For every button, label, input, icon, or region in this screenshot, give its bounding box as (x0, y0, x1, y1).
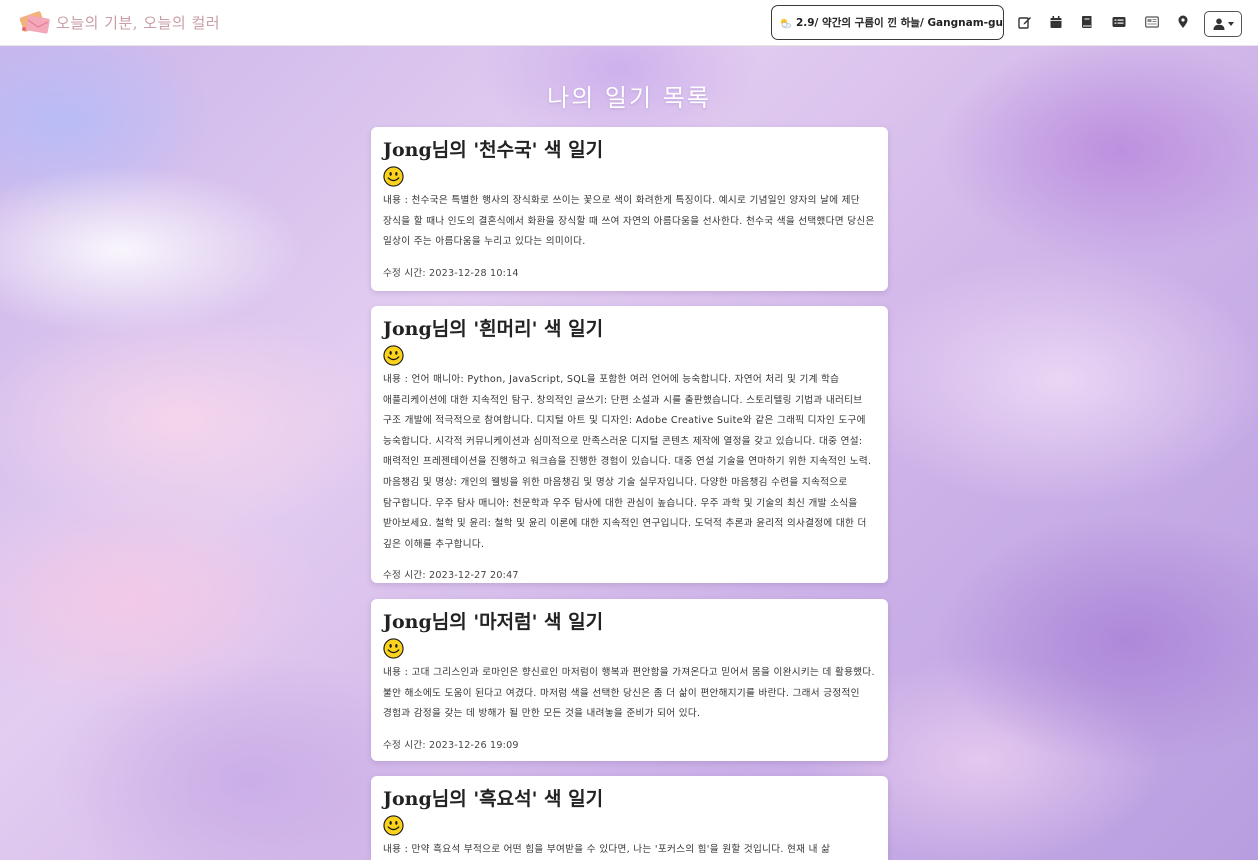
diary-title: Jong님의 '흑요석' 색 일기 (383, 788, 604, 810)
user-menu-button[interactable] (1204, 11, 1242, 37)
list-card-icon[interactable] (1111, 14, 1127, 30)
diary-content: 내용 : 천수국은 특별한 행사의 장식화로 쓰이는 꽃으로 색이 화려한게 특… (383, 195, 875, 248)
user-icon (1213, 18, 1224, 30)
newspaper-icon[interactable] (1144, 14, 1160, 30)
diary-content: 내용 : 언어 매니아: Python, JavaScript, SQL을 포함… (383, 374, 872, 550)
diary-modified-time: 수정 시간: 2023-12-26 19:09 (383, 739, 519, 751)
page-title: 나의 일기 목록 (547, 84, 711, 112)
smiley-icon (383, 345, 404, 366)
diary-card[interactable]: Jong님의 '마저럼' 색 일기 내용 : 고대 그리스인과 로마인은 향신료… (371, 599, 888, 761)
diary-card[interactable]: Jong님의 '흑요석' 색 일기 내용 : 만약 흑요석 부적으로 어떤 힘을… (371, 776, 888, 860)
top-navbar: 오늘의 기분, 오늘의 컬러 2.9/ 약간의 구름이 낀 하늘/ Gangna… (0, 0, 1258, 46)
envelope-logo-icon (19, 11, 50, 34)
diary-title: Jong님의 '천수국' 색 일기 (383, 139, 604, 161)
weather-button[interactable]: 2.9/ 약간의 구름이 낀 하늘/ Gangnam-gu (771, 5, 1004, 40)
diary-modified-time: 수정 시간: 2023-12-28 10:14 (383, 267, 519, 279)
edit-icon[interactable] (1017, 14, 1033, 30)
weather-text: 2.9/ 약간의 구름이 낀 하늘/ Gangnam-gu (795, 17, 1003, 29)
smiley-icon (383, 166, 404, 187)
smiley-icon (383, 815, 404, 836)
chevron-down-icon (1227, 22, 1234, 26)
diary-title: Jong님의 '마저럼' 색 일기 (383, 611, 604, 633)
diary-title: Jong님의 '흰머리' 색 일기 (383, 318, 604, 340)
diary-card[interactable]: Jong님의 '천수국' 색 일기 내용 : 천수국은 특별한 행사의 장식화로… (371, 127, 888, 291)
brand-name: 오늘의 기분, 오늘의 컬러 (56, 13, 221, 32)
diary-modified-time: 수정 시간: 2023-12-27 20:47 (383, 570, 519, 582)
diary-content: 내용 : 고대 그리스인과 로마인은 향신료인 마저럼이 행복과 편안함을 가져… (383, 667, 875, 720)
smiley-icon (383, 638, 404, 659)
diary-content: 내용 : 만약 흑요석 부적으로 어떤 힘을 부여받을 수 있다면, 나는 '포… (383, 844, 831, 855)
diary-card[interactable]: Jong님의 '흰머리' 색 일기 내용 : 언어 매니아: Python, J… (371, 306, 888, 583)
brand[interactable]: 오늘의 기분, 오늘의 컬러 (18, 8, 220, 36)
map-pin-icon[interactable] (1175, 14, 1191, 30)
sun-cloud-icon (779, 17, 792, 28)
book-icon[interactable] (1079, 14, 1095, 30)
calendar-icon[interactable] (1048, 14, 1064, 30)
